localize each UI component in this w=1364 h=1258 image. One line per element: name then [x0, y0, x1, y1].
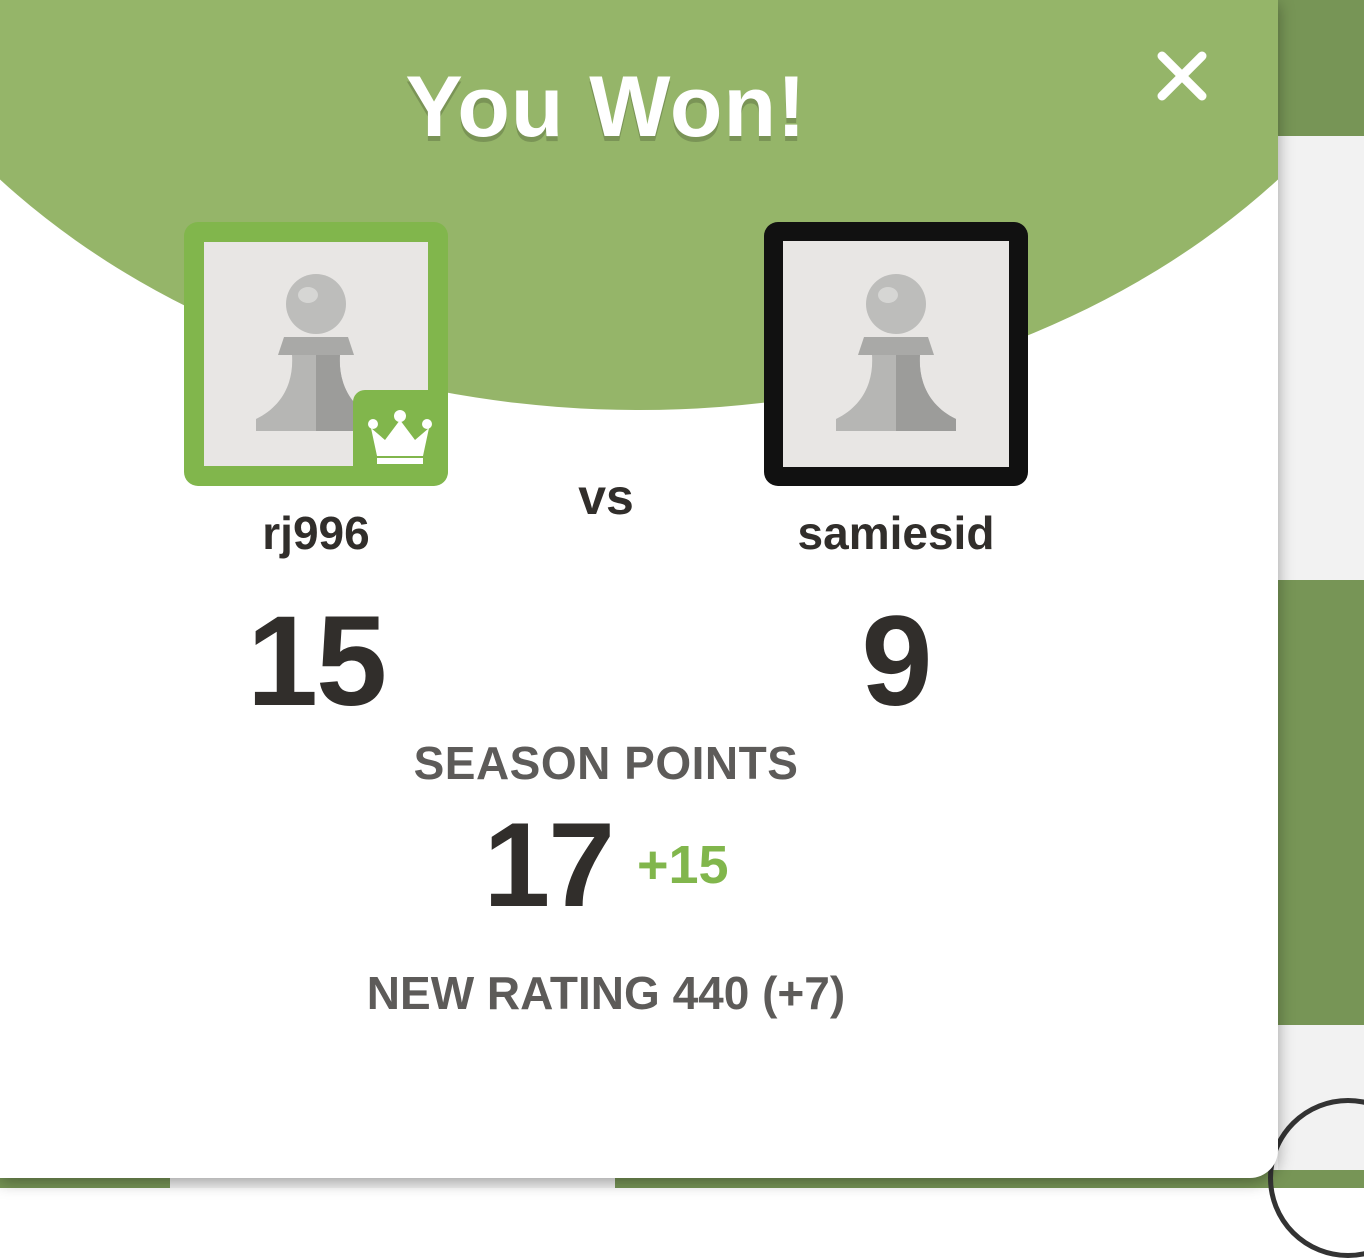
board-square	[1278, 0, 1364, 136]
close-button[interactable]	[1150, 44, 1214, 108]
season-points-row: 17 +15	[0, 796, 1212, 934]
avatar	[783, 241, 1009, 467]
player-avatar-opponent[interactable]	[764, 222, 1028, 486]
modal-title: You Won!	[405, 59, 807, 155]
season-points-label: SEASON POINTS	[413, 737, 799, 789]
player-score-winner: 15	[246, 590, 387, 733]
player-score-opponent: 9	[861, 590, 932, 733]
pawn-icon	[836, 274, 956, 431]
winner-badge	[353, 390, 448, 485]
season-points-delta: +15	[636, 835, 729, 895]
new-rating: NEW RATING 440 (+7)	[366, 967, 846, 1019]
crown-icon	[368, 410, 432, 464]
board-square	[1278, 136, 1364, 580]
player-username-winner[interactable]: rj996	[116, 506, 516, 560]
board-square	[1278, 580, 1364, 1025]
season-points-value: 17	[483, 798, 614, 932]
player-username-opponent[interactable]: samiesid	[696, 506, 1096, 560]
vs-label: vs	[578, 469, 634, 525]
game-over-modal: You Won! vs rj996 samiesid 15 9 SEASON P…	[0, 0, 1278, 1178]
close-icon	[1157, 51, 1207, 101]
